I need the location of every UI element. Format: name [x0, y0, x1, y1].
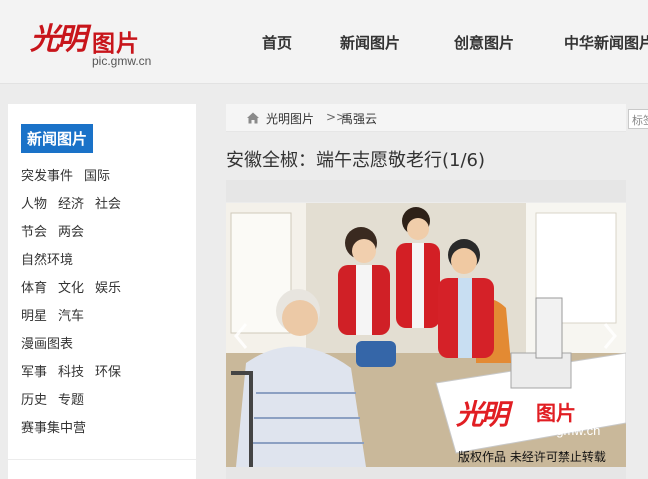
watermark-url: pic.gmw.cn: [536, 423, 601, 438]
category-link[interactable]: 汽车: [58, 309, 84, 324]
logo-text: 图片: [92, 31, 140, 57]
nav-creative-photos[interactable]: 创意图片: [454, 32, 514, 53]
category-link[interactable]: 漫画图表: [21, 337, 73, 352]
photo-footer-bar: [226, 467, 626, 479]
category-link[interactable]: 经济: [58, 197, 84, 212]
sidebar-row: 自然环境: [21, 249, 84, 268]
category-link[interactable]: 明星: [21, 309, 47, 324]
sidebar-row: 突发事件 国际: [21, 165, 121, 184]
category-link[interactable]: 文化: [58, 281, 84, 296]
chevron-left-icon[interactable]: [230, 316, 254, 356]
sidebar-row: 赛事集中营: [21, 417, 97, 436]
site-logo[interactable]: 光明 图片 pic.gmw.cn: [30, 14, 160, 72]
watermark-text: 图片: [536, 401, 576, 425]
category-link[interactable]: 军事: [21, 365, 47, 380]
sidebar-row: 体育 文化 娱乐: [21, 277, 132, 296]
category-link[interactable]: 人物: [21, 197, 47, 212]
breadcrumb-section[interactable]: 光明图片: [266, 110, 314, 127]
sidebar-row: 节会 两会: [21, 221, 95, 240]
sidebar-row: 明星 汽车: [21, 305, 95, 324]
logo-url: pic.gmw.cn: [92, 54, 152, 68]
title-divider-bar: [226, 180, 626, 202]
category-link[interactable]: 娱乐: [95, 281, 121, 296]
photo-watermark: 光明 图片 pic.gmw.cn: [456, 393, 626, 449]
category-sidebar: 新闻图片 突发事件 国际 人物 经济 社会 节会 两会 自然环境 体育 文化 娱乐 明星 汽车…: [8, 104, 196, 459]
category-link[interactable]: 体育: [21, 281, 47, 296]
sidebar-row: 军事 科技 环保: [21, 361, 132, 380]
breadcrumb-author: 禹强云: [341, 112, 378, 126]
page-title: 安徽全椒：端午志愿敬老行(1/6): [226, 150, 486, 171]
category-link[interactable]: 环保: [95, 365, 121, 380]
sidebar-row: 人物 经济 社会: [21, 193, 132, 212]
category-link[interactable]: 科技: [58, 365, 84, 380]
category-link[interactable]: 突发事件: [21, 169, 73, 184]
category-link[interactable]: 历史: [21, 393, 47, 408]
category-link[interactable]: 国际: [84, 169, 110, 184]
nav-home[interactable]: 首页: [262, 32, 292, 53]
breadcrumb: 光明图片 >> 禹强云: [226, 104, 626, 132]
tag-search-input[interactable]: 标签: [628, 109, 648, 129]
category-link[interactable]: 专题: [58, 393, 84, 408]
nav-news-photos[interactable]: 新闻图片: [340, 32, 400, 53]
chevron-right-icon[interactable]: [597, 316, 621, 356]
category-link[interactable]: 自然环境: [21, 253, 73, 268]
site-header: 光明 图片 pic.gmw.cn 首页 新闻图片 创意图片 中华新闻图片: [0, 0, 648, 84]
logo-brush-mark: 光明: [30, 22, 87, 57]
nav-china-news-photos[interactable]: 中华新闻图片: [564, 32, 648, 53]
category-link[interactable]: 赛事集中营: [21, 421, 86, 436]
sidebar-footer-panel: [8, 460, 196, 479]
sidebar-row: 漫画图表: [21, 333, 84, 352]
sidebar-row: 历史 专题: [21, 389, 95, 408]
category-link[interactable]: 两会: [58, 225, 84, 240]
watermark-brush-mark: 光明: [456, 398, 509, 431]
category-link[interactable]: 节会: [21, 225, 47, 240]
copyright-notice: 版权作品 未经许可禁止转载: [458, 450, 606, 464]
category-link[interactable]: 社会: [95, 197, 121, 212]
home-icon[interactable]: [246, 111, 260, 125]
sidebar-title[interactable]: 新闻图片: [21, 124, 94, 153]
